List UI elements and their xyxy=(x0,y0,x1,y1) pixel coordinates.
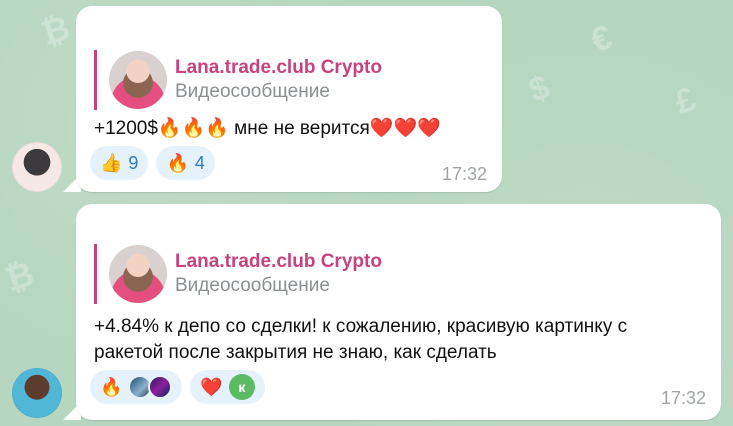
reactor-avatar xyxy=(148,375,173,399)
heart-icon: ❤️ xyxy=(200,377,223,397)
reply-subtitle: Видеосообщение xyxy=(175,81,330,102)
reaction-fire[interactable]: 🔥 xyxy=(90,370,183,404)
fire-icon: 🔥 xyxy=(100,377,123,397)
fire-icon: 🔥 xyxy=(166,153,189,173)
reaction-fire[interactable]: 🔥 4 xyxy=(156,146,215,180)
reply-title: Lana.trade.club Crypto xyxy=(175,251,382,272)
reply-title: Lana.trade.club Crypto xyxy=(175,57,382,78)
reaction-list: 🔥 ❤️ к xyxy=(90,370,265,404)
reaction-heart[interactable]: ❤️ к xyxy=(190,370,265,404)
message-text-line-2: ракетой после закрытия не знаю, как сдел… xyxy=(94,342,497,363)
reaction-list: 👍 9 🔥 4 xyxy=(90,146,215,180)
sender-avatar[interactable] xyxy=(12,368,62,418)
message-text-line-1: +4.84% к депо со сделки! к сожалению, кр… xyxy=(94,316,628,337)
reply-thumbnail xyxy=(109,51,167,109)
reactor-avatar-letter: к xyxy=(228,374,255,400)
message-time: 17:32 xyxy=(660,388,706,408)
message-bubble[interactable]: Lana.trade.club Crypto Видеосообщение +1… xyxy=(76,6,502,192)
thumbs-up-icon: 👍 xyxy=(100,153,123,173)
message-text: +1200$🔥🔥🔥 мне не верится❤️❤️❤️ xyxy=(94,118,441,139)
message-time: 17:32 xyxy=(441,164,487,184)
message-bubble[interactable]: Lana.trade.club Crypto Видеосообщение +4… xyxy=(76,204,721,420)
reaction-count: 9 xyxy=(128,152,139,173)
sender-avatar[interactable] xyxy=(12,142,62,192)
reaction-thumbs-up[interactable]: 👍 9 xyxy=(90,146,149,180)
reply-subtitle: Видеосообщение xyxy=(175,275,330,296)
reply-thumbnail xyxy=(109,245,167,303)
reply-preview[interactable]: Lana.trade.club Crypto Видеосообщение xyxy=(94,50,382,110)
chat-message[interactable]: Lana.trade.club Crypto Видеосообщение +1… xyxy=(0,0,733,200)
reaction-count: 4 xyxy=(194,152,205,173)
reply-preview[interactable]: Lana.trade.club Crypto Видеосообщение xyxy=(94,244,382,304)
chat-message[interactable]: Lana.trade.club Crypto Видеосообщение +4… xyxy=(0,200,733,426)
